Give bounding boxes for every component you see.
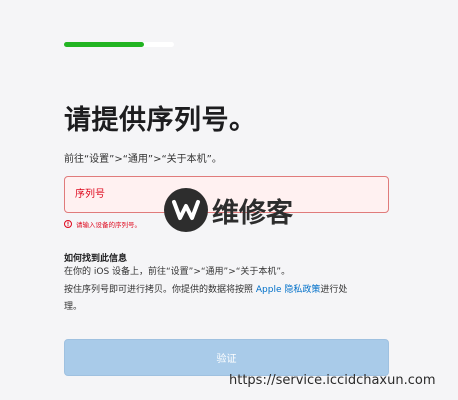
help-line-2-end: 进行处 [320, 285, 348, 295]
url-watermark: https://service.iccidchaxun.com [229, 373, 436, 388]
watermark: 维修客 [164, 188, 293, 232]
w-logo-icon [164, 188, 208, 232]
progress-bar [64, 42, 174, 48]
help-heading: 如何找到此信息 [64, 254, 128, 264]
error-text: 请输入设备的序列号。 [76, 221, 141, 229]
privacy-policy-link[interactable]: Apple 隐私政策 [256, 285, 320, 295]
watermark-text: 维修客 [212, 197, 293, 229]
help-line-3: 理。 [64, 302, 83, 312]
alert-circle-icon [64, 220, 72, 228]
verify-button[interactable]: 验证 [64, 339, 389, 376]
serial-entry-page: 请提供序列号。 前往“设置”>“通用”>“关于本机”。 请输入设备的序列号。 维… [0, 0, 458, 400]
help-line-1: 在你的 iOS 设备上，前往“设置”>“通用”>“关于本机”。 [64, 267, 291, 277]
error-message: 请输入设备的序列号。 [64, 219, 141, 229]
page-title: 请提供序列号。 [64, 105, 257, 136]
help-line-2-text: 按住序列号即可进行拷贝。你提供的数据将按照 [64, 285, 256, 295]
page-subtitle: 前往“设置”>“通用”>“关于本机”。 [64, 154, 222, 165]
help-line-2: 按住序列号即可进行拷贝。你提供的数据将按照 Apple 隐私政策进行处 [64, 284, 347, 296]
progress-fill [64, 42, 145, 47]
